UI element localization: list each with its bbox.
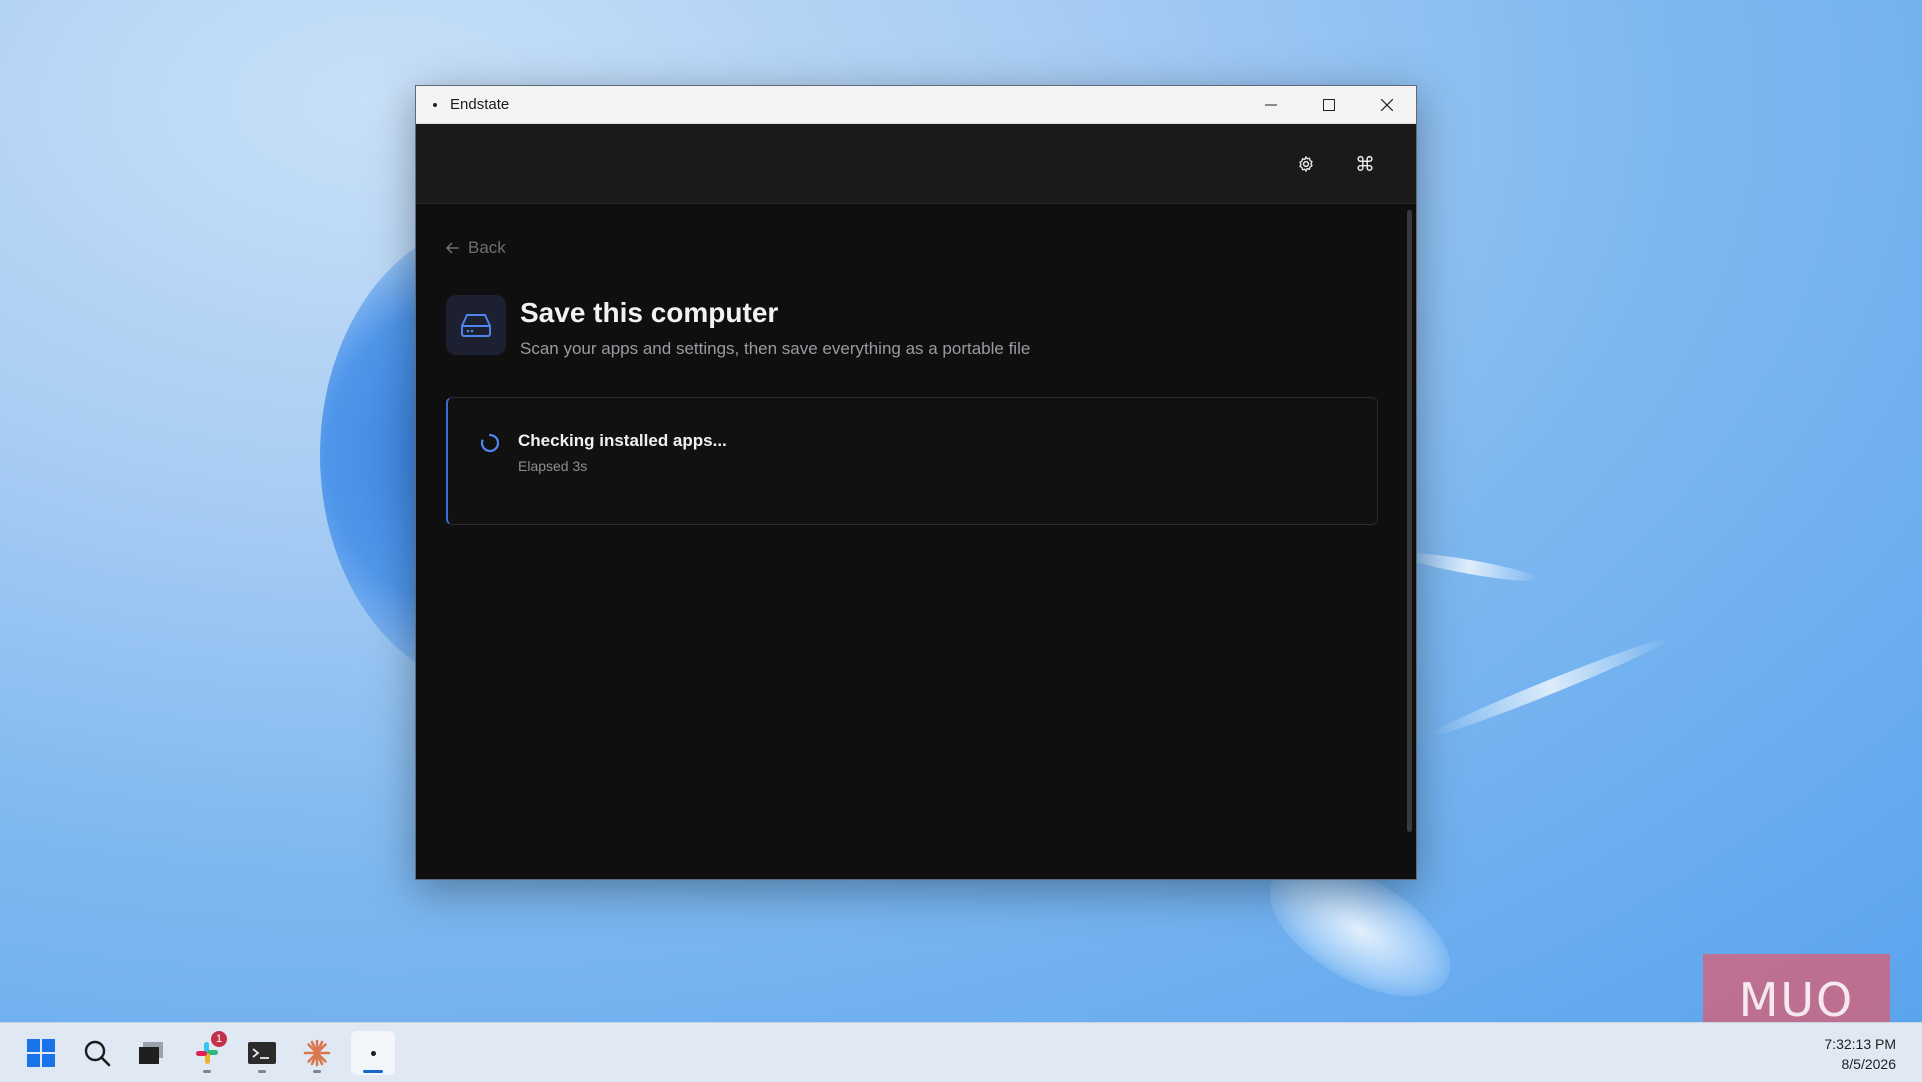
taskbar-app-slack[interactable]: 1 [185,1031,229,1075]
running-indicator [258,1070,266,1073]
window-titlebar[interactable]: Endstate [416,86,1416,124]
task-view-icon [139,1042,163,1064]
back-label: Back [468,238,506,257]
maximize-icon [1323,98,1335,111]
minimize-button[interactable] [1242,86,1300,123]
clock-time: 7:32:13 PM [1824,1036,1896,1052]
scrollbar[interactable] [1407,210,1412,832]
wallpaper-streak [1399,547,1541,587]
search-icon [84,1040,111,1067]
maximize-button[interactable] [1300,86,1358,123]
wallpaper-streak [1426,631,1674,743]
loading-spinner-icon [480,433,500,453]
terminal-icon [248,1042,276,1064]
taskbar-app-claude[interactable] [295,1031,339,1075]
hard-drive-icon [446,295,506,355]
running-indicator [313,1070,321,1073]
main-content: Back Save this computer Scan your apps a… [416,204,1416,879]
page-subtitle: Scan your apps and settings, then save e… [520,339,1031,358]
close-button[interactable] [1358,86,1416,123]
app-header: ⌘ [416,124,1416,204]
sunburst-icon [303,1039,331,1067]
scan-status-card: Checking installed apps... Elapsed 3s [446,397,1378,525]
minimize-icon [1265,104,1277,105]
notification-badge: 1 [211,1031,227,1047]
settings-button[interactable] [1290,148,1322,180]
back-link[interactable]: Back [446,238,506,258]
arrow-left-icon [446,242,459,254]
gear-icon [1299,156,1313,172]
command-palette-button[interactable]: ⌘ [1349,148,1381,180]
window-title: Endstate [450,96,510,113]
command-icon: ⌘ [1355,153,1375,176]
start-button[interactable] [19,1031,63,1075]
endstate-app-icon [370,1050,376,1056]
active-indicator [363,1070,383,1073]
windows-logo-icon [27,1039,55,1067]
elapsed-time: Elapsed 3s [518,458,588,474]
status-title: Checking installed apps... [518,431,727,450]
taskbar-app-terminal[interactable] [240,1031,284,1075]
system-clock[interactable]: 7:32:13 PM 8/5/2026 [1824,1034,1896,1074]
taskbar: 1 7:32:13 PM 8/5/2026 [0,1022,1922,1082]
window-controls [1242,86,1416,123]
page-title: Save this computer [520,297,779,328]
running-indicator [203,1070,211,1073]
app-window: Endstate ⌘ Back Save this computer Scan … [415,85,1417,880]
watermark-text: MUO [1738,973,1855,1027]
task-view-button[interactable] [129,1031,173,1075]
close-icon [1381,98,1393,111]
clock-date: 8/5/2026 [1841,1056,1897,1072]
taskbar-app-endstate[interactable] [351,1031,395,1075]
search-button[interactable] [75,1031,119,1075]
app-icon [433,102,437,107]
